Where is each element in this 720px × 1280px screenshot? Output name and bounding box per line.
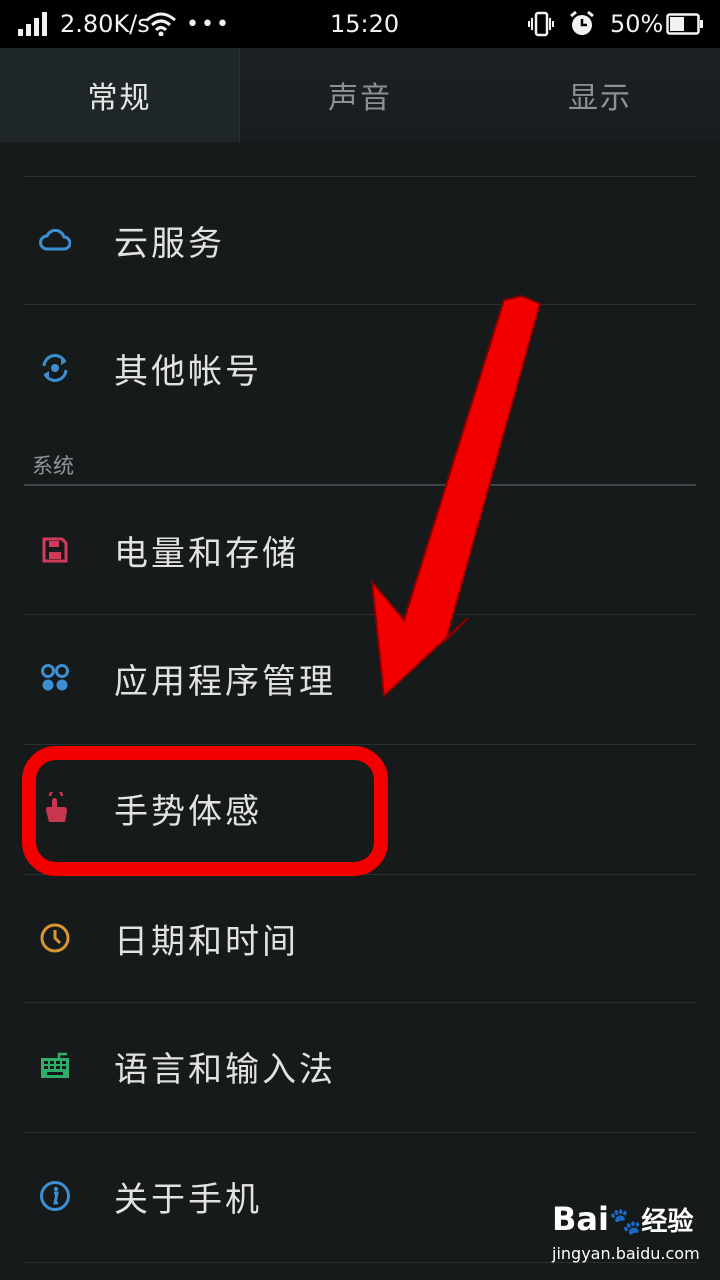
paw-icon: 🐾: [608, 1207, 642, 1237]
baidu-jingyan-watermark: Bai🐾经验 jingyan.baidu.com: [552, 1200, 712, 1270]
annotation-arrow: [370, 294, 542, 699]
annotation-highlight-box: [22, 746, 388, 876]
watermark-url: jingyan.baidu.com: [552, 1244, 700, 1263]
watermark-brand: Bai🐾经验: [552, 1200, 694, 1238]
